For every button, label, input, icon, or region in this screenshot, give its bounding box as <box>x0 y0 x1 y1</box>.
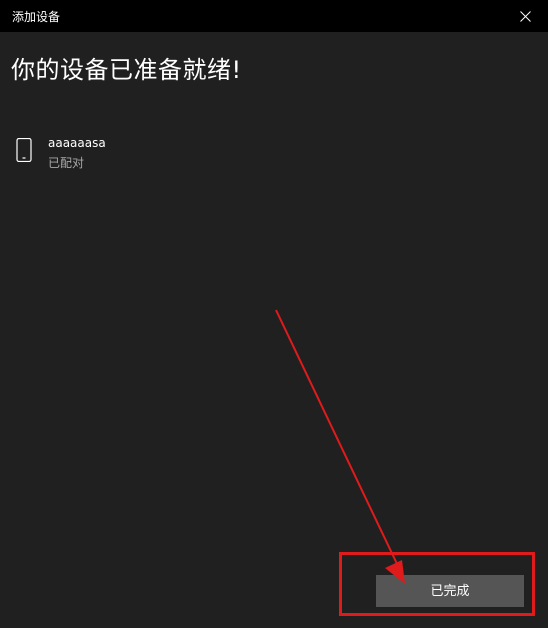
page-heading: 你的设备已准备就绪! <box>11 56 242 84</box>
add-device-window: 添加设备 你的设备已准备就绪! aaaaaasa 已配对 已完成 <box>0 0 548 628</box>
title-bar: 添加设备 <box>0 0 548 32</box>
device-name: aaaaaasa <box>48 136 106 150</box>
close-button[interactable] <box>502 0 548 32</box>
paired-device-item: aaaaaasa 已配对 <box>16 136 236 176</box>
phone-icon <box>16 138 32 162</box>
close-icon <box>520 11 531 22</box>
window-title: 添加设备 <box>12 10 61 24</box>
annotation-highlight-box <box>339 552 535 616</box>
device-status: 已配对 <box>48 156 85 170</box>
annotation-arrow <box>275 309 405 584</box>
